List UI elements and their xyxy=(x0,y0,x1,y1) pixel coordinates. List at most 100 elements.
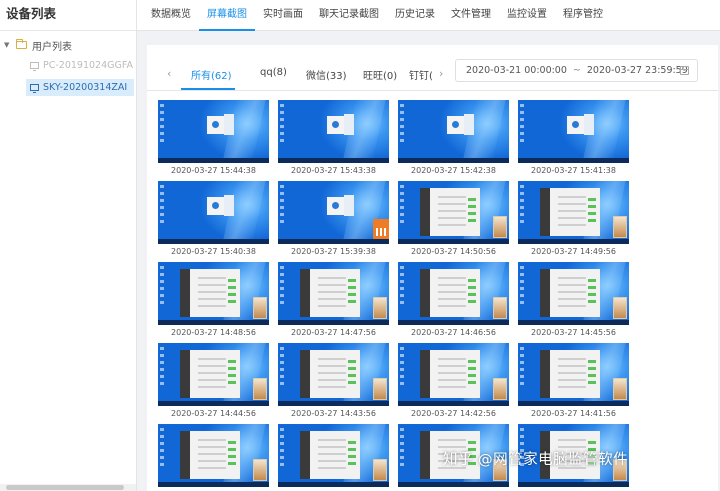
screenshot-thumbnail[interactable]: 2020-03-27 14:46:56 xyxy=(398,262,509,342)
app-window-orange xyxy=(373,219,389,239)
chat-window xyxy=(300,269,360,317)
screenshot-grid: 2020-03-27 15:44:38 2020-03-27 15:43:38 20… xyxy=(158,100,718,491)
camera-overlay xyxy=(253,297,267,319)
screenshot-thumbnail[interactable]: 2020-03-27 15:44:38 xyxy=(158,100,269,180)
subtab-dingtalk[interactable]: 钉钉( xyxy=(409,67,433,82)
tab-program-control[interactable]: 程序管控 xyxy=(555,0,611,31)
chat-window xyxy=(180,350,240,398)
screenshot-thumbnail[interactable]: 2020-03-27 15:40:38 xyxy=(158,181,269,261)
app-window: 设备列表 ▼ 用户列表 PC-20191024GGFA SKY-20200314… xyxy=(0,0,720,491)
tab-history[interactable]: 历史记录 xyxy=(387,0,443,31)
chat-window xyxy=(300,431,360,479)
dialog-window xyxy=(327,114,354,135)
screenshot-time: 2020-03-27 15:39:38 xyxy=(291,247,376,256)
camera-overlay xyxy=(493,216,507,238)
calendar-icon[interactable] xyxy=(680,66,689,75)
screenshot-image[interactable] xyxy=(278,100,389,163)
screenshot-image[interactable] xyxy=(278,262,389,325)
camera-overlay xyxy=(493,378,507,400)
camera-overlay xyxy=(613,378,627,400)
screenshot-thumbnail[interactable]: 2020-03-27 14:43:56 xyxy=(278,343,389,423)
screenshot-thumbnail[interactable]: 2020-03-27 15:39:38 xyxy=(278,181,389,261)
screenshot-image[interactable] xyxy=(158,100,269,163)
screenshot-thumbnail[interactable] xyxy=(278,424,389,491)
chat-window xyxy=(540,269,600,317)
tab-monitor-settings[interactable]: 监控设置 xyxy=(499,0,555,31)
screenshot-image[interactable] xyxy=(398,181,509,244)
screenshot-image[interactable] xyxy=(518,343,629,406)
chevron-right-icon[interactable]: › xyxy=(439,67,443,80)
chevron-left-icon[interactable]: ‹ xyxy=(167,67,171,80)
screenshot-image[interactable] xyxy=(278,424,389,487)
monitor-icon xyxy=(30,84,39,93)
screenshot-time: 2020-03-27 15:43:38 xyxy=(291,166,376,175)
screenshot-thumbnail[interactable] xyxy=(158,424,269,491)
device-item-offline[interactable]: PC-20191024GGFA xyxy=(26,57,136,74)
watermark: 知乎 @网管家电脑监管软件 xyxy=(443,452,629,468)
tree-root-user-list[interactable]: ▼ 用户列表 xyxy=(4,37,72,53)
date-end: 2020-03-27 23:59:59 xyxy=(586,65,688,76)
tab-overview[interactable]: 数据概览 xyxy=(143,0,199,31)
chat-window xyxy=(420,269,480,317)
chat-window xyxy=(420,350,480,398)
screenshot-thumbnail[interactable]: 2020-03-27 15:42:38 xyxy=(398,100,509,180)
screenshot-image[interactable] xyxy=(398,100,509,163)
date-separator: ~ xyxy=(572,65,581,76)
screenshot-time: 2020-03-27 14:44:56 xyxy=(171,409,256,418)
screenshot-image[interactable] xyxy=(398,343,509,406)
screenshot-image[interactable] xyxy=(518,181,629,244)
active-tab-indicator xyxy=(181,88,235,90)
screenshot-thumbnail[interactable]: 2020-03-27 14:50:56 xyxy=(398,181,509,261)
screenshot-time: 2020-03-27 14:43:56 xyxy=(291,409,376,418)
chat-window xyxy=(300,350,360,398)
subtab-wangwang[interactable]: 旺旺(0) xyxy=(363,67,397,82)
screenshot-time: 2020-03-27 14:50:56 xyxy=(411,247,496,256)
date-range-picker[interactable]: 2020-03-21 00:00:00 ~ 2020-03-27 23:59:5… xyxy=(455,59,698,82)
screenshot-thumbnail[interactable]: 2020-03-27 14:47:56 xyxy=(278,262,389,342)
screenshot-image[interactable] xyxy=(518,100,629,163)
screenshot-image[interactable] xyxy=(278,181,389,244)
subtab-qq[interactable]: qq(8) xyxy=(260,67,287,78)
device-name: PC-20191024GGFA xyxy=(43,60,133,71)
screenshot-image[interactable] xyxy=(398,262,509,325)
chat-window xyxy=(540,350,600,398)
screenshot-thumbnail[interactable]: 2020-03-27 14:42:56 xyxy=(398,343,509,423)
horizontal-scrollbar[interactable] xyxy=(0,484,136,491)
camera-overlay xyxy=(373,297,387,319)
screenshot-thumbnail[interactable]: 2020-03-27 15:43:38 xyxy=(278,100,389,180)
dialog-window xyxy=(447,114,474,135)
screenshot-time: 2020-03-27 14:49:56 xyxy=(531,247,616,256)
camera-overlay xyxy=(493,297,507,319)
tab-live-view[interactable]: 实时画面 xyxy=(255,0,311,31)
screenshot-thumbnail[interactable]: 2020-03-27 15:41:38 xyxy=(518,100,629,180)
screenshot-image[interactable] xyxy=(518,262,629,325)
screenshot-thumbnail[interactable]: 2020-03-27 14:49:56 xyxy=(518,181,629,261)
subtab-all[interactable]: 所有(62) xyxy=(191,67,232,82)
screenshot-image[interactable] xyxy=(158,181,269,244)
tab-screenshots[interactable]: 屏幕截图 xyxy=(199,0,255,31)
chat-window xyxy=(420,188,480,236)
scrollbar-thumb[interactable] xyxy=(6,485,124,490)
screenshot-time: 2020-03-27 14:45:56 xyxy=(531,328,616,337)
dialog-window xyxy=(207,114,234,135)
subtab-wechat[interactable]: 微信(33) xyxy=(306,67,347,82)
camera-overlay xyxy=(373,459,387,481)
date-start: 2020-03-21 00:00:00 xyxy=(466,65,567,76)
folder-icon xyxy=(16,39,27,49)
screenshot-card: ‹ 所有(62) qq(8) 微信(33) 旺旺(0) 钉钉( › 2020-0… xyxy=(147,45,718,491)
screenshot-thumbnail[interactable]: 2020-03-27 14:45:56 xyxy=(518,262,629,342)
tree-root-label: 用户列表 xyxy=(32,41,72,53)
screenshot-image[interactable] xyxy=(158,424,269,487)
tab-file-management[interactable]: 文件管理 xyxy=(443,0,499,31)
dialog-window xyxy=(567,114,594,135)
tab-chat-screenshots[interactable]: 聊天记录截图 xyxy=(311,0,387,31)
screenshot-image[interactable] xyxy=(158,262,269,325)
caret-down-icon[interactable]: ▼ xyxy=(4,41,16,49)
screenshot-thumbnail[interactable]: 2020-03-27 14:44:56 xyxy=(158,343,269,423)
camera-overlay xyxy=(253,459,267,481)
screenshot-thumbnail[interactable]: 2020-03-27 14:48:56 xyxy=(158,262,269,342)
screenshot-image[interactable] xyxy=(158,343,269,406)
screenshot-thumbnail[interactable]: 2020-03-27 14:41:56 xyxy=(518,343,629,423)
device-item-selected[interactable]: SKY-20200314ZAI xyxy=(26,79,134,96)
screenshot-image[interactable] xyxy=(278,343,389,406)
